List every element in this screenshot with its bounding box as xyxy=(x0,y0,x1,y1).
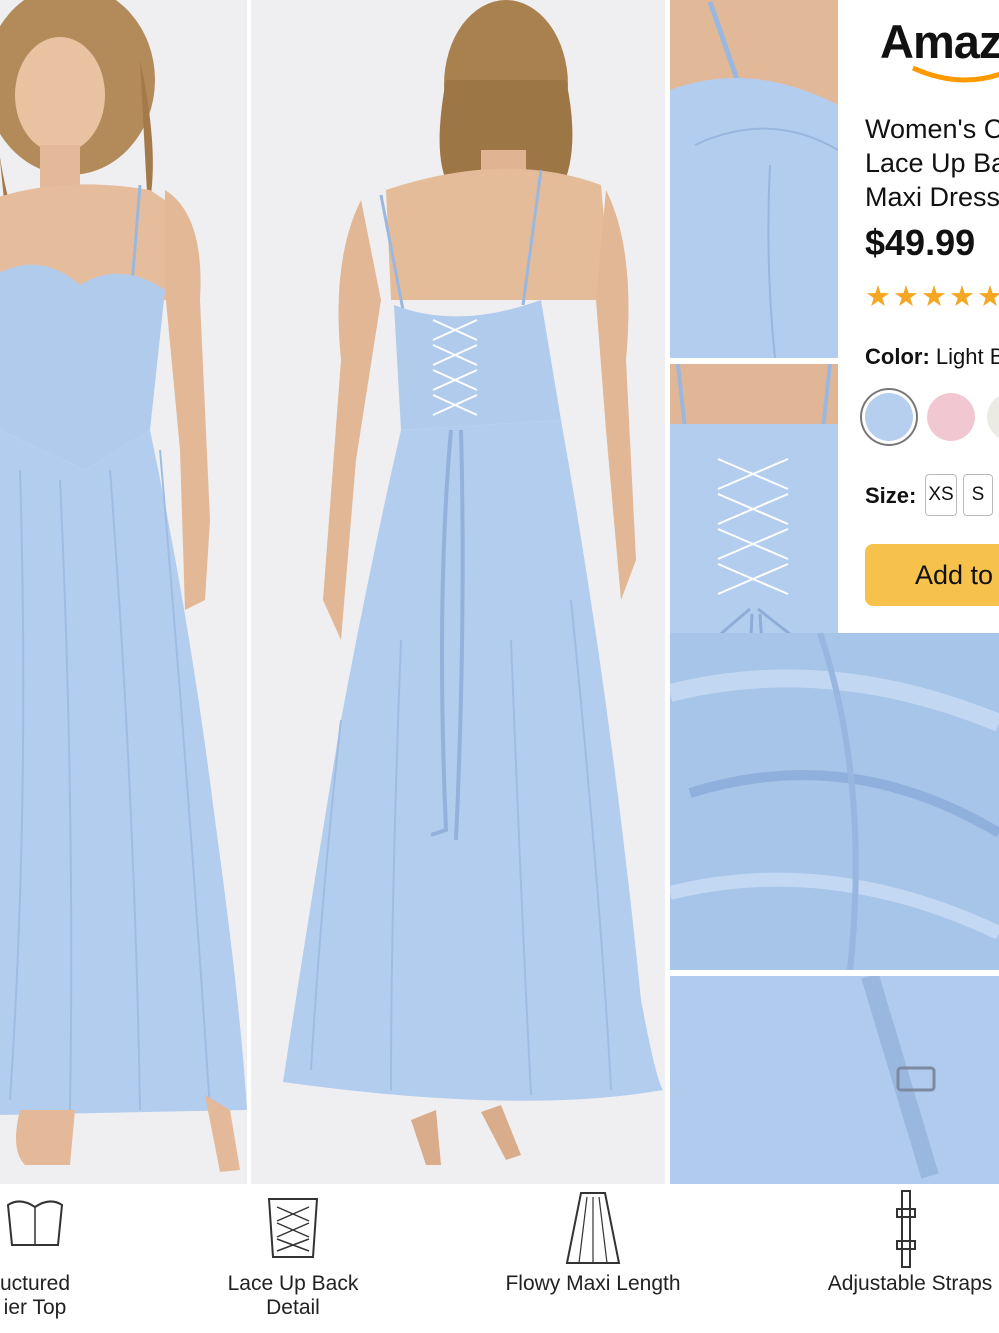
feature-label-line: Flowy Maxi Length xyxy=(505,1272,681,1295)
feature-flowy-maxi: Flowy Maxi Length xyxy=(493,1187,693,1333)
feature-label-line: Detail xyxy=(266,1296,320,1319)
product-title[interactable]: Women's C Lace Up Ba Maxi Dress xyxy=(865,112,999,214)
feature-label-line: uctured xyxy=(0,1272,71,1295)
color-value: Light B xyxy=(935,344,999,369)
detail-photo-fabric[interactable] xyxy=(670,633,999,970)
feature-label-line: Adjustable Straps xyxy=(827,1272,993,1295)
maxi-skirt-icon xyxy=(565,1192,621,1264)
color-swatch-pink[interactable] xyxy=(927,393,975,441)
detail-photo-bodice[interactable] xyxy=(670,0,838,358)
product-info-panel: Amaz Women's C Lace Up Ba Maxi Dress $49… xyxy=(841,0,999,632)
feature-adjustable-straps: Adjustable Straps xyxy=(820,1187,999,1333)
corset-top-icon xyxy=(6,1200,64,1246)
product-photo-back[interactable] xyxy=(251,0,665,1184)
product-title-line: Lace Up Ba xyxy=(865,148,999,178)
feature-label-line: Lace Up Back xyxy=(227,1272,359,1295)
size-option-s[interactable]: S xyxy=(963,474,993,516)
color-label: Color: xyxy=(865,344,930,369)
lace-up-icon xyxy=(267,1198,319,1258)
feature-structured-top: uctured ier Top xyxy=(0,1187,110,1333)
brand-smile-icon xyxy=(911,65,999,83)
detail-photo-strap[interactable] xyxy=(670,976,999,1184)
add-to-cart-button[interactable]: Add to xyxy=(865,544,999,606)
rating-stars-icon[interactable]: ★★★★★ xyxy=(865,279,999,314)
color-swatch-light-blue[interactable] xyxy=(865,393,913,441)
size-option-xs[interactable]: XS xyxy=(925,474,957,516)
color-swatch-cream[interactable] xyxy=(987,393,999,441)
product-price: $49.99 xyxy=(865,222,976,263)
product-photo-front[interactable] xyxy=(0,0,247,1184)
product-title-line: Women's C xyxy=(865,114,999,144)
brand-logo[interactable]: Amaz xyxy=(880,14,999,69)
strap-adjuster-icon xyxy=(896,1190,916,1268)
feature-label-line: ier Top xyxy=(3,1296,67,1319)
product-title-line: Maxi Dress xyxy=(865,182,999,212)
feature-lace-up-back: Lace Up Back Detail xyxy=(218,1187,368,1333)
color-selector-label: Color: Light B xyxy=(865,344,999,370)
size-label: Size: xyxy=(865,483,917,508)
